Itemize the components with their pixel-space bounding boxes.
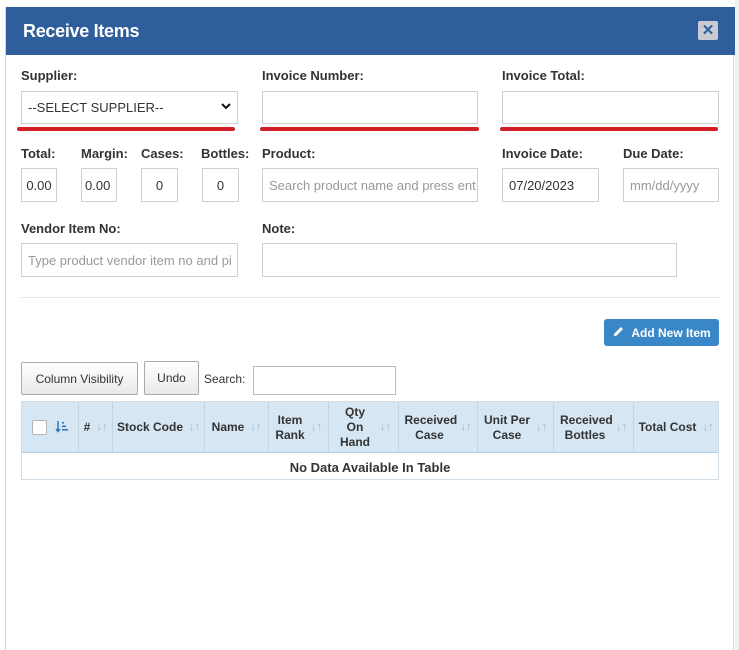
invoice-number-required-underline: [260, 127, 479, 131]
pencil-icon: [612, 325, 625, 341]
invoice-total-label: Invoice Total:: [502, 68, 585, 83]
table-search-input[interactable]: [253, 366, 396, 395]
sort-icon: ↓↑: [96, 421, 108, 433]
due-date-input[interactable]: mm/dd/yyyy: [623, 168, 719, 202]
product-label: Product:: [262, 146, 316, 161]
sort-ascending-icon[interactable]: [54, 420, 69, 436]
sort-icon: ↓↑: [460, 421, 472, 433]
margin-input[interactable]: 0.00: [81, 168, 117, 202]
invoice-date-input[interactable]: 07/20/2023: [502, 168, 599, 202]
undo-button[interactable]: Undo: [144, 361, 199, 395]
vendor-item-input[interactable]: Type product vendor item no and pi: [21, 243, 238, 277]
column-header-item-rank[interactable]: Item Rank ↓↑: [269, 402, 329, 453]
column-header-stock-code[interactable]: Stock Code ↓↑: [113, 402, 205, 453]
column-header-label: Unit Per Case: [484, 412, 531, 442]
sort-icon: ↓↑: [702, 421, 714, 433]
supplier-label: Supplier:: [21, 68, 78, 83]
sort-icon: ↓↑: [189, 421, 200, 433]
table-header: # ↓↑ Stock Code ↓↑ Name ↓↑ Item Rank ↓↑ Qty …: [22, 402, 718, 453]
empty-table-message: No Data Available In Table: [289, 459, 451, 475]
invoice-date-label: Invoice Date:: [502, 146, 583, 161]
column-header-label: Qty On Hand: [340, 405, 370, 449]
add-new-item-label: Add New Item: [631, 325, 711, 340]
scrollbar-track[interactable]: [735, 0, 739, 650]
search-label: Search:: [204, 372, 246, 386]
margin-label: Margin:: [81, 146, 128, 161]
column-visibility-button[interactable]: Column Visibility: [21, 362, 138, 395]
supplier-select-value: --SELECT SUPPLIER--: [28, 100, 164, 115]
cases-label: Cases:: [141, 146, 184, 161]
top-strip: [0, 0, 739, 7]
sort-icon: ↓↑: [311, 421, 322, 433]
invoice-total-required-underline: [500, 127, 718, 131]
dialog-title: Receive Items: [23, 21, 140, 41]
note-label: Note:: [262, 221, 296, 236]
supplier-required-underline: [17, 127, 235, 131]
invoice-number-input[interactable]: [262, 91, 478, 124]
close-icon[interactable]: ✕: [698, 21, 718, 40]
invoice-total-input[interactable]: [502, 91, 719, 124]
sort-icon: ↓↑: [536, 421, 547, 433]
total-label: Total:: [21, 146, 56, 161]
chevron-down-icon: [221, 101, 231, 113]
dialog-header: Receive Items ✕: [6, 7, 735, 55]
column-header-received-bottles[interactable]: Received Bottles ↓↑: [554, 402, 634, 453]
column-header-label: Item Rank: [275, 412, 305, 442]
column-header-total-cost[interactable]: Total Cost ↓↑: [634, 402, 718, 453]
section-divider: [21, 297, 719, 298]
column-header-label: Total Cost: [638, 420, 697, 434]
supplier-select[interactable]: --SELECT SUPPLIER--: [21, 91, 238, 124]
received-items-table: # ↓↑ Stock Code ↓↑ Name ↓↑ Item Rank ↓↑ Qty …: [21, 401, 719, 480]
total-input[interactable]: 0.00: [21, 168, 57, 202]
vendor-item-label: Vendor Item No:: [21, 221, 121, 236]
product-search-input[interactable]: Search product name and press ent: [262, 168, 478, 202]
column-header-received-case[interactable]: Received Case ↓↑: [399, 402, 478, 453]
cases-input[interactable]: 0: [141, 168, 178, 202]
invoice-number-label: Invoice Number:: [262, 68, 364, 83]
column-header-label: Name: [211, 420, 245, 434]
column-header-label: Received Case: [404, 412, 458, 442]
column-header-name[interactable]: Name ↓↑: [205, 402, 269, 453]
column-header-label: Received Bottles: [560, 412, 613, 442]
receive-items-dialog: Receive Items ✕ Supplier: --SELECT SUPPL…: [5, 7, 735, 650]
select-all-column[interactable]: [22, 402, 79, 453]
column-header-label: Stock Code: [116, 420, 183, 434]
sort-icon: ↓↑: [616, 421, 627, 433]
column-header-unit-per-case[interactable]: Unit Per Case ↓↑: [478, 402, 554, 453]
add-new-item-button[interactable]: Add New Item: [604, 319, 719, 346]
column-header-number[interactable]: # ↓↑: [79, 402, 113, 453]
sort-icon: ↓↑: [250, 421, 262, 433]
bottles-label: Bottles:: [201, 146, 250, 161]
select-all-checkbox[interactable]: [31, 420, 47, 435]
bottles-input[interactable]: 0: [202, 168, 239, 202]
column-header-label: #: [83, 420, 91, 434]
column-header-qty-on-hand[interactable]: Qty On Hand ↓↑: [329, 402, 399, 453]
note-input[interactable]: [262, 243, 677, 277]
due-date-label: Due Date:: [623, 146, 684, 161]
sort-icon: ↓↑: [380, 421, 391, 433]
